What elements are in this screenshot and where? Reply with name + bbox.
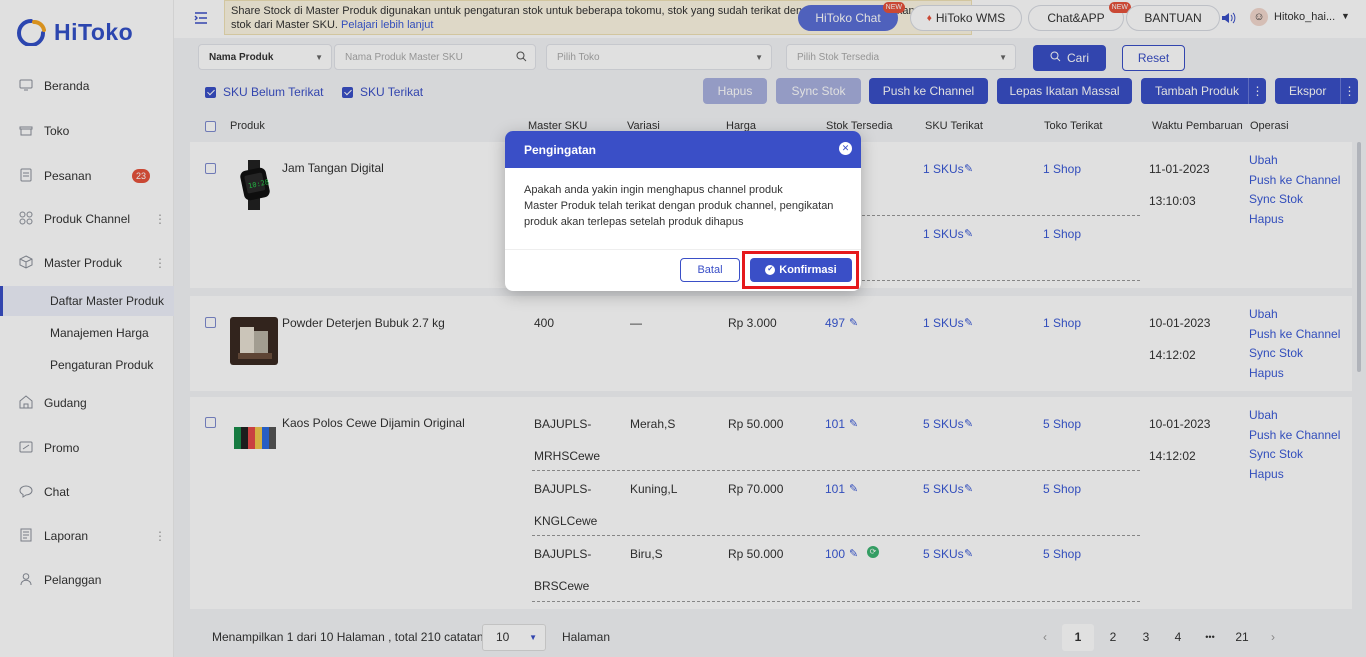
- dialog-header: Pengingatan ✕: [505, 131, 861, 168]
- delete-confirm-dialog: Pengingatan ✕ Apakah anda yakin ingin me…: [505, 131, 861, 291]
- dialog-message-line1: Apakah anda yakin ingin menghapus channe…: [524, 184, 783, 196]
- confirm-label: Konfirmasi: [779, 264, 837, 276]
- check-circle-icon: ✔: [765, 265, 776, 275]
- dialog-title: Pengingatan: [524, 143, 597, 157]
- dialog-body: Apakah anda yakin ingin menghapus channe…: [505, 168, 861, 249]
- dialog-message-line2: Master Produk telah terikat dengan produ…: [524, 200, 834, 228]
- modal-overlay[interactable]: [0, 0, 1366, 657]
- close-icon[interactable]: ✕: [839, 142, 852, 155]
- dialog-footer: Batal ✔ Konfirmasi: [505, 249, 861, 291]
- confirm-button[interactable]: ✔ Konfirmasi: [750, 258, 852, 282]
- cancel-button[interactable]: Batal: [680, 258, 740, 282]
